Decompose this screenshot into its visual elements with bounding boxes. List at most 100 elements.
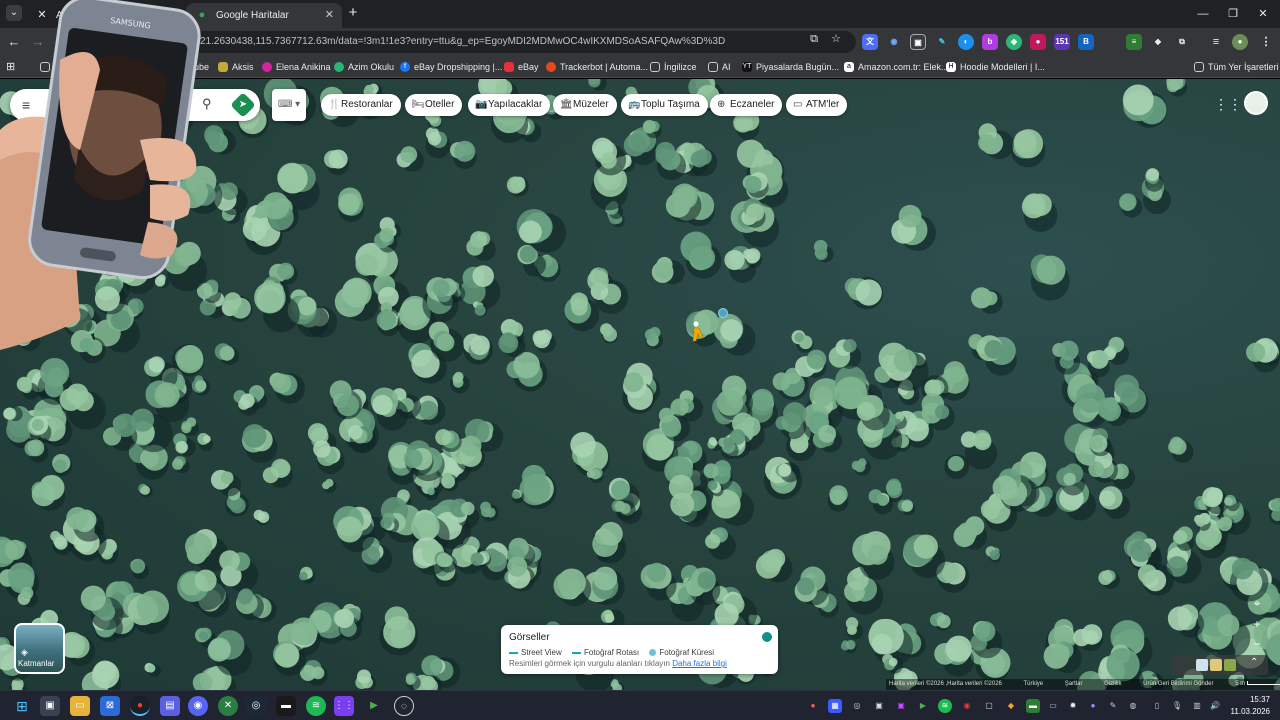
tray-spotify-icon[interactable]: ≋ [938,699,952,713]
steam-icon[interactable]: ◎ [246,696,266,716]
directions-icon[interactable]: ➤ [230,92,256,118]
chrome-menu-icon[interactable]: ⋮ [1258,34,1274,50]
network-icon[interactable]: ▥ [1190,699,1204,713]
bookmark-elena[interactable]: Elena Anikina [262,59,331,75]
terms-link[interactable]: Şartlar [1065,681,1083,687]
chip-atms[interactable]: ▭ ATM'ler [786,94,848,116]
green-extension-icon[interactable]: ◆ [1006,34,1022,50]
chrome-icon[interactable]: ● [130,696,150,716]
profile-avatar-icon[interactable]: ● [1232,34,1248,50]
terminal-icon[interactable]: ▬ [276,696,296,716]
screenshot-extension-icon[interactable]: ▣ [910,34,926,50]
chip-transit[interactable]: 🚌 Toplu Taşıma [621,94,708,116]
chip-hotels[interactable]: 🛏 Oteller [405,94,463,116]
pegman-icon[interactable] [690,321,704,343]
discord-icon[interactable]: ◉ [188,696,208,716]
chip-restaurants[interactable]: 🍴 Restoranlar [321,94,401,116]
bookmark-trackerbot[interactable]: Trackerbot | Automa... [546,59,648,75]
terrain-tile-icon[interactable] [1210,659,1222,671]
teams-icon[interactable]: ▤ [160,696,180,716]
diamond-extension-icon[interactable]: ◆ [1150,34,1166,50]
tray-gear-icon[interactable]: ✹ [1066,699,1080,713]
tree-canopy [269,372,306,404]
bookmark-amazon[interactable]: a Amazon.com.tr: Elek... [844,59,949,75]
zoom-out-button[interactable]: − [1248,635,1266,653]
map-tile-icon[interactable] [1196,659,1208,671]
tray-box2-icon[interactable]: ▢ [982,699,996,713]
tray-monitor-icon[interactable]: ▭ [1046,699,1060,713]
battery-icon[interactable]: ▯ [1150,699,1164,713]
chip-pharmacies[interactable]: ⊕ Eczaneler [710,94,783,116]
learn-more-link[interactable]: Daha fazla bilgi [672,659,727,668]
minimize-button[interactable]: — [1188,3,1218,25]
extensions-puzzle-icon[interactable]: ⧉ [1174,34,1190,50]
store-icon[interactable]: ⊠ [100,696,120,716]
satellite-tile-icon[interactable] [1224,659,1236,671]
start-windows-icon[interactable]: ⊞ [12,696,32,716]
bookmark-ebay[interactable]: eBay [504,59,539,75]
tray-pen-icon[interactable]: ✎ [1106,699,1120,713]
blue-extension-icon[interactable]: ◐ [958,34,974,50]
map-type-switcher[interactable]: ⌃ [1172,655,1268,675]
spotify-icon[interactable]: ≋ [306,696,326,716]
tree-canopy [379,606,419,656]
tray-box-icon[interactable]: ▣ [872,699,886,713]
xbox-icon[interactable]: ✕ [218,696,238,716]
tray-discord-icon[interactable]: ◎ [850,699,864,713]
pink-extension-icon[interactable]: ● [1030,34,1046,50]
reading-list-icon[interactable]: ≡ [1208,34,1224,50]
tray-app-icon[interactable]: ▦ [828,699,842,713]
tray-red-icon[interactable]: ◉ [960,699,974,713]
photo-location-dot[interactable] [718,308,728,318]
google-apps-icon[interactable]: ⋮⋮ [1214,95,1242,113]
country-link[interactable]: Türkiye [1023,681,1043,687]
tray-green-icon[interactable]: ▬ [1026,699,1040,713]
task-view-icon[interactable]: ▣ [40,696,60,716]
grid-app-icon[interactable]: ⋮⋮ [334,696,354,716]
imagery-toggle-dot[interactable] [762,632,772,642]
record-app-icon[interactable]: ◌ [394,696,414,716]
tray-game-icon[interactable]: ● [806,699,820,713]
bookmark-folder-ingilizce[interactable]: İngilizce [650,59,697,75]
translate-extension-icon[interactable]: 文 [862,34,878,50]
bookmark-folder-ai[interactable]: AI [708,59,731,75]
tray-purple-icon[interactable]: ▣ [894,699,908,713]
privacy-link[interactable]: Gizlilik [1104,681,1121,687]
purple-extension-icon[interactable]: b [982,34,998,50]
expand-up-icon[interactable]: ⌃ [1250,657,1258,668]
bookmark-azim[interactable]: Azim Okulu [334,59,394,75]
bookmark-piyasalar[interactable]: YT Piyasalarda Bugün... [742,59,839,75]
bookmark-ebay-dropshipping[interactable]: f eBay Dropshipping |... [400,59,502,75]
maximize-button[interactable]: ❐ [1218,3,1248,25]
audio-extension-icon[interactable]: ◉ [886,34,902,50]
bookmark-hoodie[interactable]: H Hoodie Modelleri | I... [946,59,1045,75]
bookmark-aksis[interactable]: Aksis [218,59,254,75]
close-tab-icon[interactable]: ✕ [325,3,334,28]
chip-museums[interactable]: 🏛 Müzeler [553,94,617,116]
file-explorer-icon[interactable]: ▭ [70,696,90,716]
microphone-icon[interactable]: 🎙 [1170,699,1184,713]
tray-violet-icon[interactable]: ● [1086,699,1100,713]
my-location-icon[interactable]: ⌖ [1248,594,1266,612]
zoom-in-button[interactable]: + [1248,615,1266,633]
play-app-icon[interactable]: ▶ [364,696,384,716]
layers-button[interactable]: ◈ Katmanlar [14,623,65,674]
tray-yellow-icon[interactable]: ◆ [1004,699,1018,713]
feather-extension-icon[interactable]: ✎ [934,34,950,50]
close-window-button[interactable]: ✕ [1248,3,1278,25]
input-tools-button[interactable]: ⌨ ▾ [272,89,306,121]
tray-dot-icon[interactable]: ◍ [1126,699,1140,713]
badge-extension-icon[interactable]: B [1078,34,1094,50]
all-bookmarks-folder[interactable]: Tüm Yer İşaretleri [1194,59,1279,75]
camera-icon: 📷 [475,99,488,110]
new-tab-button[interactable]: + [344,4,362,22]
feedback-link[interactable]: Ürün Geri Bildirimi Gönder [1143,681,1213,687]
bookmark-star-icon[interactable]: ☆ [828,31,844,47]
ai-extension-icon[interactable]: ≡ [1126,34,1142,50]
counter-extension-icon[interactable]: 151 [1054,34,1070,50]
tray-play-icon[interactable]: ▶ [916,699,930,713]
system-clock[interactable]: 15:37 11.03.2026 [1218,694,1270,718]
chip-things-to-do[interactable]: 📷 Yapılacaklar [468,94,551,116]
install-app-icon[interactable]: ⧉ [806,31,822,47]
account-avatar[interactable] [1244,91,1268,115]
